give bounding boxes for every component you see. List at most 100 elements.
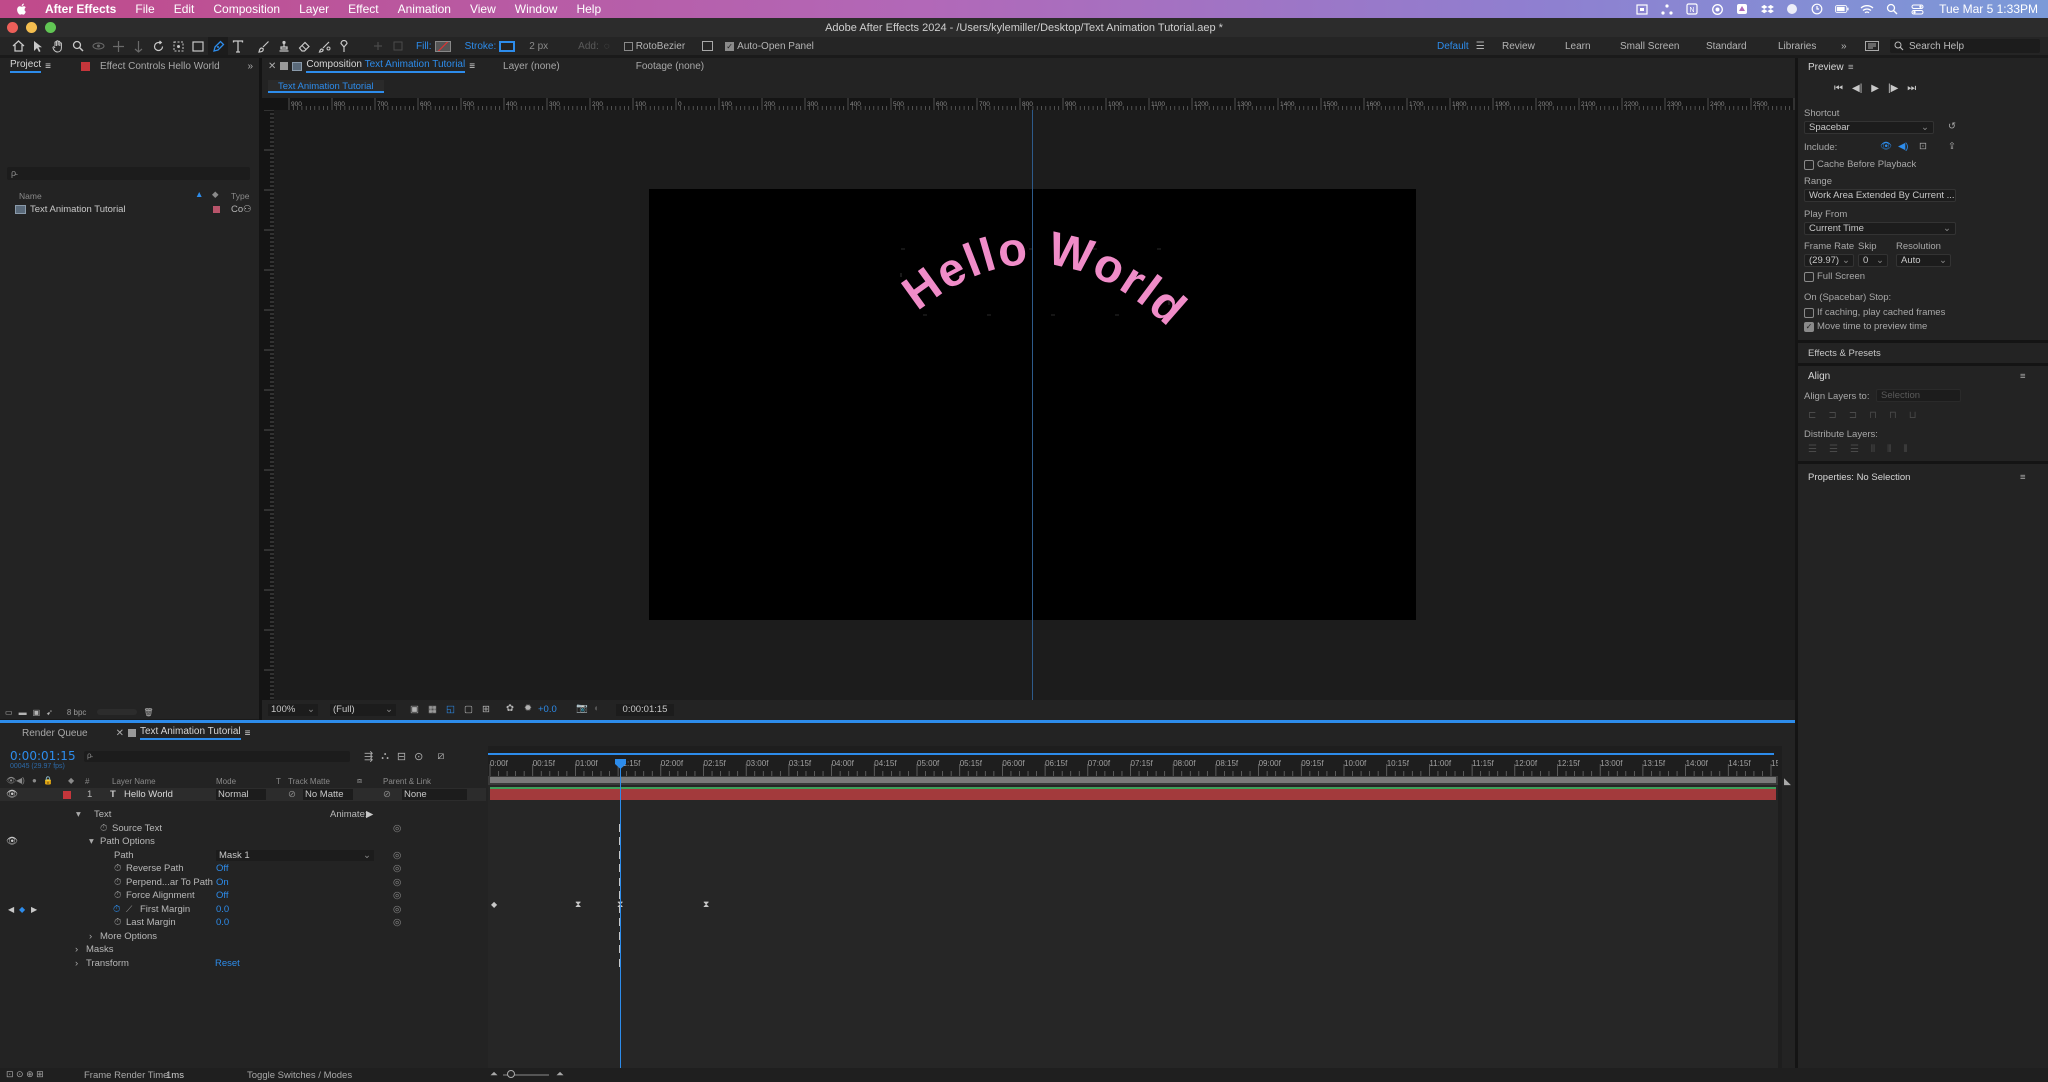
shy-layers-icon[interactable]: ⊟ <box>397 750 406 763</box>
prop-reverse-path-value[interactable]: Off <box>216 863 229 874</box>
graph-icon[interactable]: ⟋ <box>126 904 132 915</box>
workspace-review[interactable]: Review <box>1502 37 1535 55</box>
parent-dropdown[interactable]: None <box>402 789 467 800</box>
tab-timeline-comp[interactable]: Text Animation Tutorial ≡ <box>128 726 250 740</box>
fast-previews-icon[interactable]: ▣ <box>410 704 419 715</box>
stroke-swatch[interactable] <box>499 40 516 52</box>
dropbox-icon[interactable] <box>1760 3 1774 15</box>
zoom-in-icon[interactable]: ⏶ <box>556 1069 564 1080</box>
project-search-input[interactable]: ρ̵ <box>7 167 250 180</box>
range-dropdown[interactable]: Work Area Extended By Current ... <box>1804 189 1956 202</box>
layer-duration-bar[interactable] <box>490 787 1776 800</box>
panel-expand-icon[interactable]: » <box>247 61 253 72</box>
tab-footage[interactable]: Footage (none) <box>636 61 704 72</box>
timeline-scrollbar[interactable] <box>1778 746 1782 1068</box>
menu-view[interactable]: View <box>470 2 496 16</box>
layer-visibility-icon[interactable]: 👁 <box>6 789 18 800</box>
label-tag-icon[interactable]: ◆ <box>212 189 219 200</box>
close-window-icon[interactable] <box>7 22 18 33</box>
brush-tool-icon[interactable] <box>254 37 274 55</box>
next-keyframe-icon[interactable]: ▶ <box>31 905 37 914</box>
pick-whip-icon[interactable]: ⊘ <box>383 789 391 800</box>
full-screen-checkbox[interactable] <box>1804 272 1814 282</box>
cache-checkbox[interactable] <box>1804 160 1814 170</box>
align-left-icon[interactable]: ⊏ <box>1808 410 1816 421</box>
pen-tool-icon[interactable] <box>208 37 228 55</box>
col-type[interactable]: Type <box>231 191 249 201</box>
zoom-dropdown[interactable]: 100% ⌄ <box>268 704 318 716</box>
align-title[interactable]: Align <box>1808 371 1830 382</box>
search-help-field[interactable]: Search Help <box>1890 39 2040 53</box>
mask-visibility-icon[interactable]: ◱ <box>446 704 455 715</box>
workspace-libraries[interactable]: Libraries <box>1778 37 1816 55</box>
auto-open-checkbox[interactable]: ✓ <box>725 41 735 51</box>
draft-3d-icon[interactable]: ⛬ <box>381 750 389 763</box>
screenshot-icon[interactable] <box>1635 3 1649 15</box>
circle-status-icon[interactable] <box>1785 3 1799 15</box>
play-icon[interactable]: ▶ <box>1871 83 1879 94</box>
menu-animation[interactable]: Animation <box>398 2 451 16</box>
close-tab-icon[interactable]: ✕ <box>268 61 276 72</box>
lock-toggle-icon[interactable] <box>280 62 289 70</box>
zoom-slider-handle[interactable] <box>507 1070 515 1078</box>
zoom-out-icon[interactable]: ⏶ <box>490 1069 498 1080</box>
preview-title[interactable]: Preview <box>1808 62 1844 73</box>
stopwatch-icon[interactable]: ⏱ <box>114 917 121 928</box>
prop-first-margin[interactable]: ◀ ◆ ▶ ⏱ ⟋ First Margin 0.0 ◎ <box>0 903 486 916</box>
matte-icon[interactable]: ⧈ <box>357 776 362 786</box>
move-time-checkbox[interactable]: ✓ <box>1804 322 1814 332</box>
battery-icon[interactable] <box>1835 3 1849 15</box>
hand-tool-icon[interactable] <box>48 37 68 55</box>
tab-layer[interactable]: Layer (none) <box>503 61 560 72</box>
spotlight-search-icon[interactable] <box>1885 3 1899 15</box>
prop-masks[interactable]: › Masks <box>0 943 486 956</box>
wifi-icon[interactable] <box>1860 3 1874 15</box>
col-layer-name[interactable]: Layer Name <box>112 777 156 786</box>
solo-switch-icon[interactable]: ● <box>32 776 37 785</box>
keyframe-4[interactable]: ⧗ <box>703 899 709 910</box>
menu-file[interactable]: File <box>135 2 154 16</box>
transparency-grid-icon[interactable]: ▦ <box>428 704 437 715</box>
prop-source-text[interactable]: ⏱ Source Text ◎ <box>0 822 486 835</box>
prop-perpendicular-value[interactable]: On <box>216 877 229 888</box>
hello-world-text[interactable]: Hello World <box>892 221 1198 336</box>
comp-flowchart-icon[interactable]: ⇶ <box>364 750 373 763</box>
type-tool-icon[interactable] <box>228 37 248 55</box>
drive-icon[interactable] <box>1735 3 1749 15</box>
menu-clock[interactable]: Tue Mar 5 1:33PM <box>1939 2 2038 16</box>
lock-switch-icon[interactable]: 🔒 <box>43 776 53 785</box>
menu-layer[interactable]: Layer <box>299 2 329 16</box>
comp-flow-tab[interactable]: Text Animation Tutorial <box>268 80 384 93</box>
previous-frame-icon[interactable]: ◀| <box>1852 83 1862 94</box>
prop-path-dropdown[interactable]: Mask 1 ⌄ <box>216 850 374 861</box>
col-t[interactable]: T <box>276 777 281 786</box>
prop-perpendicular[interactable]: ⏱ Perpend...ar To Path On ◎ <box>0 876 486 889</box>
resolution-dropdown[interactable]: (Full) ⌄ <box>330 704 396 716</box>
align-right-icon[interactable]: ⊐ <box>1849 410 1857 421</box>
color-channels-icon[interactable]: ✿ <box>506 703 514 714</box>
work-area-range[interactable] <box>490 777 1776 783</box>
workspace-small-screen[interactable]: Small Screen <box>1620 37 1679 55</box>
include-overlays-icon[interactable]: ⊡ <box>1919 141 1927 152</box>
expression-pickwhip-icon[interactable]: ◎ <box>393 823 401 834</box>
prop-path[interactable]: Path Mask 1 ⌄ ◎ <box>0 849 486 862</box>
eraser-tool-icon[interactable] <box>294 37 314 55</box>
zoom-tool-icon[interactable] <box>68 37 88 55</box>
home-icon[interactable] <box>8 37 28 55</box>
last-frame-icon[interactable]: ⏭ <box>1907 83 1916 94</box>
timeline-search-input[interactable]: ρ̵ <box>84 751 350 762</box>
menu-help[interactable]: Help <box>576 2 601 16</box>
stopwatch-icon[interactable]: ⏱ <box>114 877 121 888</box>
audio-switch-icon[interactable]: ◀) <box>16 776 25 785</box>
workspace-standard[interactable]: Standard <box>1706 37 1747 55</box>
status-switches-icon[interactable]: ⊡ ⊙ ⊕ ⊞ <box>6 1069 44 1080</box>
new-folder-icon[interactable]: ▬ <box>19 708 27 717</box>
align-bottom-icon[interactable]: ⊔ <box>1909 410 1917 421</box>
prop-reverse-path[interactable]: ⏱ Reverse Path Off ◎ <box>0 862 486 875</box>
col-name[interactable]: Name <box>19 191 42 201</box>
workspace-layout-icon[interactable] <box>1865 37 1879 55</box>
align-to-dropdown[interactable]: Selection <box>1876 389 1961 402</box>
guide-line[interactable] <box>1032 110 1033 700</box>
fill-label[interactable]: Fill: <box>416 41 432 52</box>
if-caching-checkbox[interactable] <box>1804 308 1814 318</box>
